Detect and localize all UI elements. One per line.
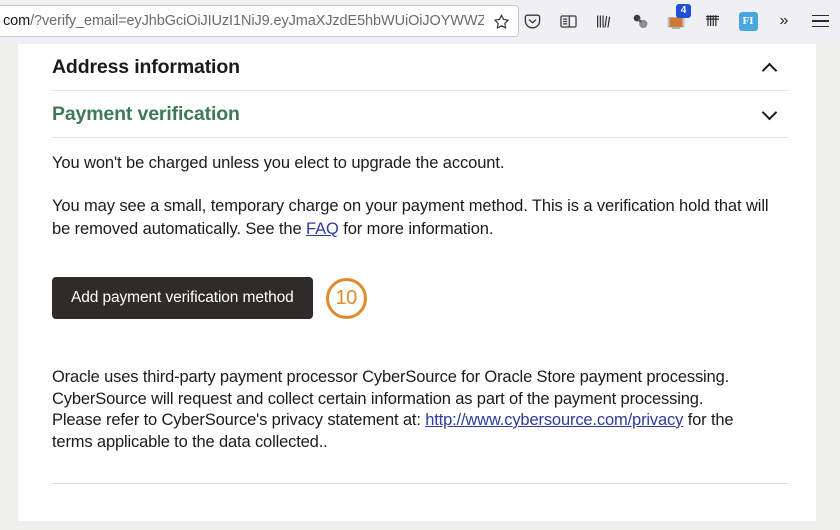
overflow-chevrons-glyph: » bbox=[779, 12, 789, 29]
overflow-chevrons-icon[interactable]: » bbox=[766, 5, 802, 37]
section-payment-verification[interactable]: Payment verification bbox=[52, 91, 788, 138]
section-header-payment-verification[interactable]: Payment verification bbox=[52, 91, 788, 137]
section-address-information[interactable]: Address information bbox=[52, 44, 788, 91]
browser-toolbar: com/?verify_email=eyJhbGciOiJIUzI1NiJ9.e… bbox=[0, 0, 840, 44]
paragraph-temporary-charge: You may see a small, temporary charge on… bbox=[52, 195, 788, 241]
add-payment-verification-method-button[interactable]: Add payment verification method bbox=[52, 277, 313, 319]
reader-view-icon[interactable] bbox=[550, 5, 586, 37]
pocket-icon[interactable] bbox=[514, 5, 550, 37]
url-path: /?verify_email=eyJhbGciOiJIUzI1NiJ9.eyJm… bbox=[30, 13, 484, 29]
page-content: Address information Payment verification… bbox=[52, 44, 788, 484]
page-card: Address information Payment verification… bbox=[18, 44, 816, 521]
notification-badge: 4 bbox=[676, 4, 691, 18]
payment-verification-body: You won't be charged unless you elect to… bbox=[52, 138, 788, 484]
fi-extension-glyph: FI bbox=[738, 11, 758, 31]
library-icon[interactable] bbox=[586, 5, 622, 37]
comb-extension-icon[interactable] bbox=[694, 5, 730, 37]
molecule-extension-icon[interactable] bbox=[622, 5, 658, 37]
chevron-down-icon[interactable] bbox=[762, 106, 778, 122]
notification-extension-icon[interactable]: 4 bbox=[658, 4, 694, 37]
section-header-address-information[interactable]: Address information bbox=[52, 44, 788, 90]
chevron-up-icon[interactable] bbox=[762, 59, 778, 75]
app-menu-icon[interactable] bbox=[802, 5, 838, 37]
paragraph-temporary-charge-after: for more information. bbox=[338, 220, 494, 238]
section-title-payment-verification: Payment verification bbox=[52, 102, 240, 125]
fi-extension-icon[interactable]: FI bbox=[730, 5, 766, 37]
bottom-divider bbox=[52, 483, 788, 484]
step-marker-badge: 10 bbox=[325, 277, 367, 319]
paragraph-no-charge: You won't be charged unless you elect to… bbox=[52, 154, 505, 172]
faq-link[interactable]: FAQ bbox=[306, 220, 339, 238]
url-text[interactable]: com/?verify_email=eyJhbGciOiJIUzI1NiJ9.e… bbox=[0, 6, 484, 36]
cta-row: Add payment verification method 10 bbox=[52, 277, 788, 319]
hamburger-lines bbox=[811, 14, 829, 28]
cybersource-privacy-link[interactable]: http://www.cybersource.com/privacy bbox=[425, 411, 683, 429]
url-host: com bbox=[3, 13, 31, 29]
legal-disclaimer: Oracle uses third-party payment processo… bbox=[52, 367, 756, 453]
address-bar[interactable]: com/?verify_email=eyJhbGciOiJIUzI1NiJ9.e… bbox=[0, 5, 519, 37]
bookmark-star-icon[interactable] bbox=[484, 6, 518, 36]
toolbar-icon-group: 4 FI » bbox=[514, 4, 838, 38]
page-viewport: Address information Payment verification… bbox=[0, 44, 840, 530]
section-title-address-information: Address information bbox=[52, 55, 240, 78]
